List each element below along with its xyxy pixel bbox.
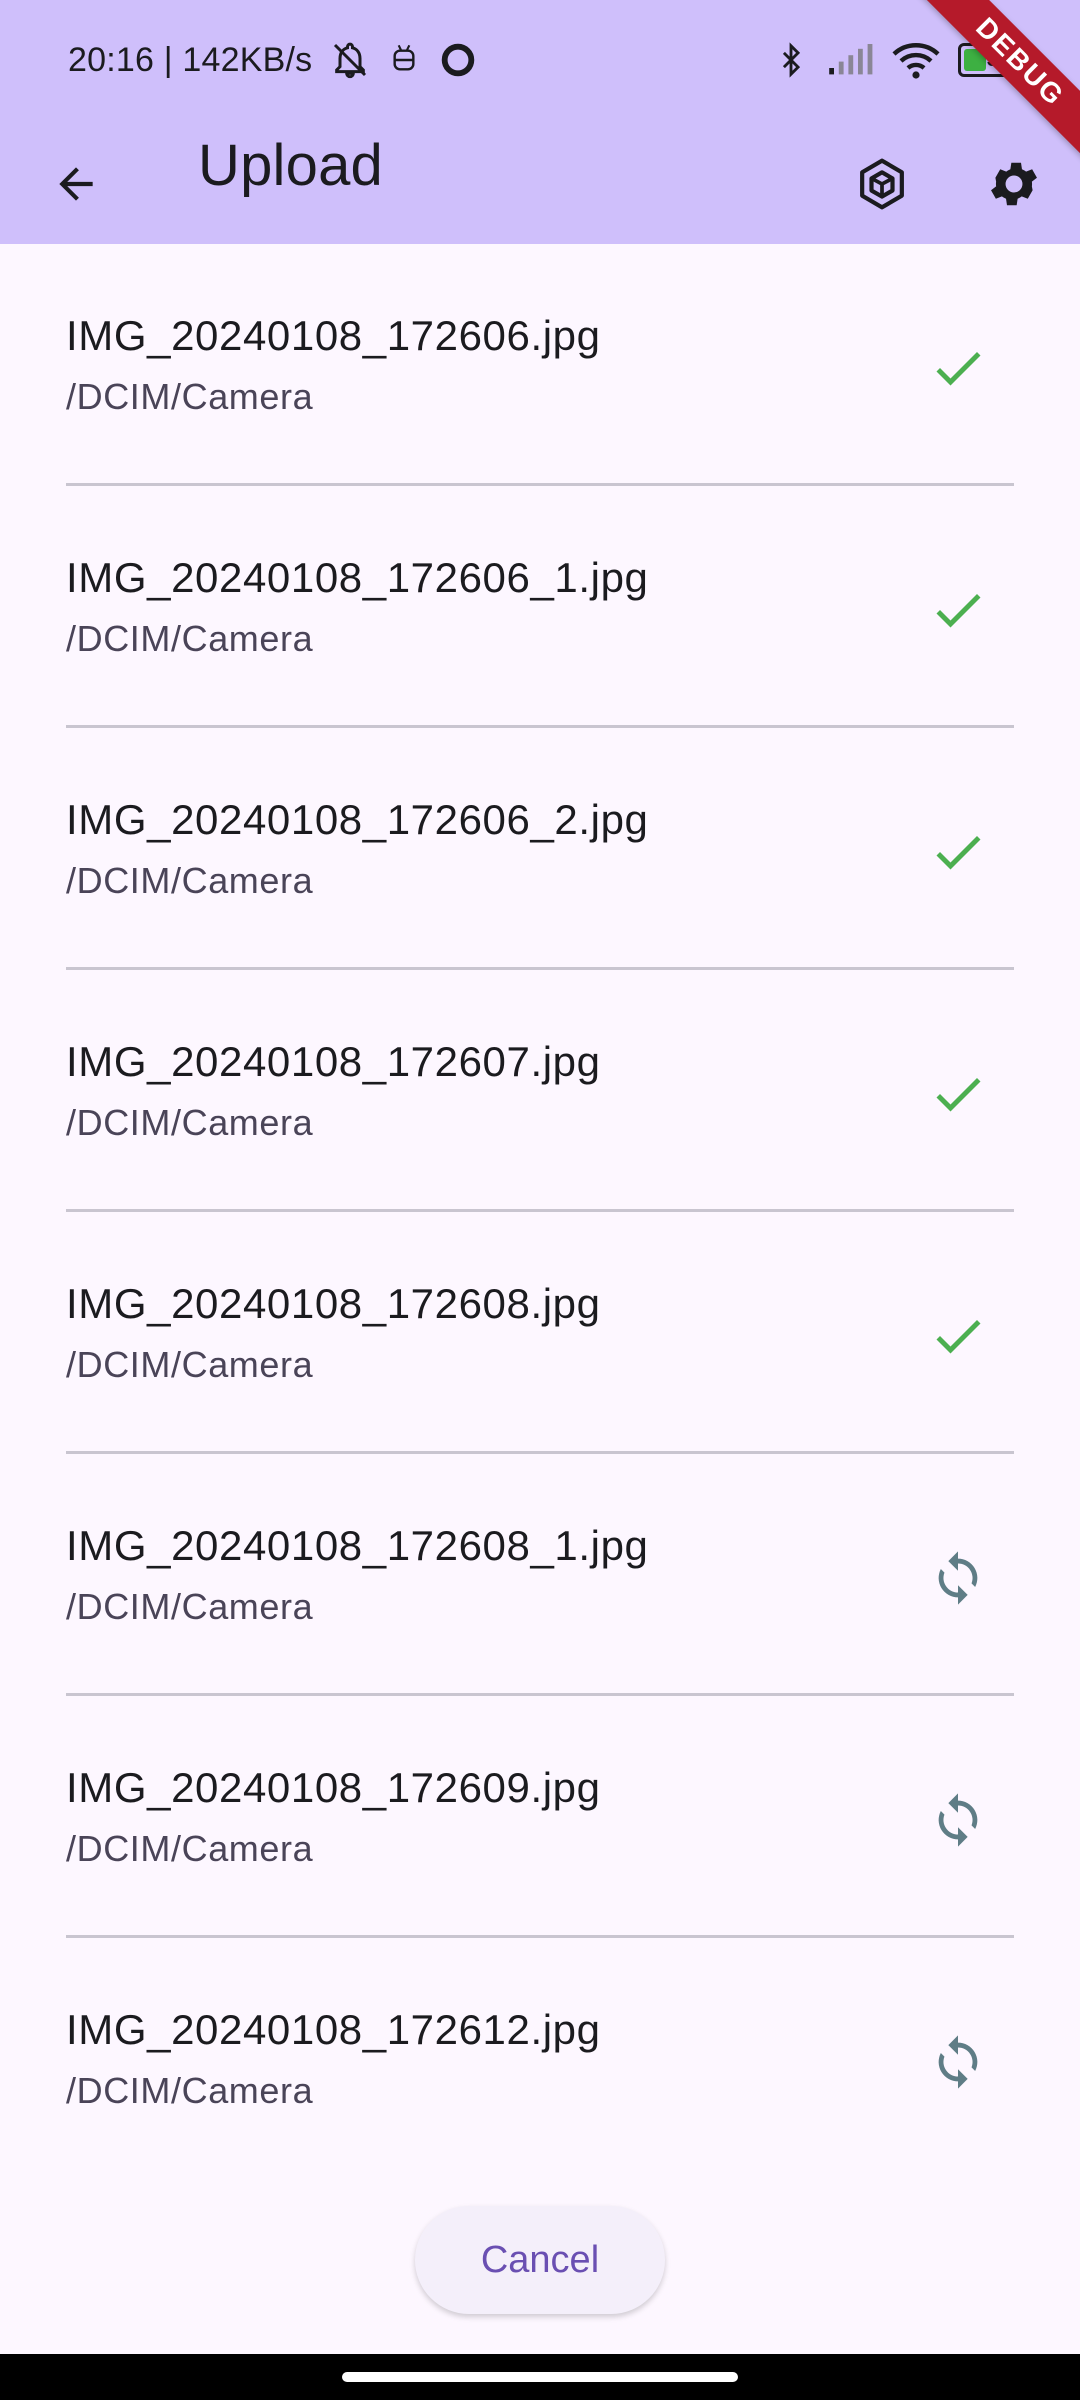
cube-button[interactable]: [846, 148, 918, 220]
check-icon: [926, 578, 990, 642]
file-path: /DCIM/Camera: [66, 860, 314, 901]
file-path: /DCIM/Camera: [66, 618, 314, 659]
file-name: IMG_20240108_172606.jpg: [66, 312, 601, 359]
list-item[interactable]: IMG_20240108_172608.jpg/DCIM/Camera: [0, 1212, 1080, 1454]
status-bar: 20:16 | 142KB/s: [0, 0, 1080, 118]
sync-icon: [926, 2030, 990, 2094]
wifi-icon: [892, 40, 940, 80]
sync-icon: [926, 1546, 990, 1610]
check-icon: [926, 336, 990, 400]
file-path: /DCIM/Camera: [66, 1102, 314, 1143]
check-icon: [926, 820, 990, 884]
file-path: /DCIM/Camera: [66, 1586, 314, 1627]
cancel-button[interactable]: Cancel: [415, 2206, 665, 2314]
file-name: IMG_20240108_172607.jpg: [66, 1038, 601, 1085]
list-item[interactable]: IMG_20240108_172607.jpg/DCIM/Camera: [0, 970, 1080, 1212]
status-left: 20:16 | 142KB/s: [68, 36, 478, 84]
android-debug-icon: [388, 42, 420, 78]
file-name: IMG_20240108_172609.jpg: [66, 1764, 601, 1811]
file-name: IMG_20240108_172606_1.jpg: [66, 554, 649, 601]
sync-icon: [926, 1788, 990, 1852]
list-item[interactable]: IMG_20240108_172606_1.jpg/DCIM/Camera: [0, 486, 1080, 728]
cancel-area: Cancel: [0, 2200, 1080, 2320]
check-icon: [926, 1304, 990, 1368]
list-item[interactable]: IMG_20240108_172609.jpg/DCIM/Camera: [0, 1696, 1080, 1938]
back-button[interactable]: [40, 148, 112, 220]
upload-file-list: IMG_20240108_172606.jpg/DCIM/Camera IMG_2…: [0, 244, 1080, 2174]
bluetooth-icon: [774, 40, 808, 80]
list-item[interactable]: IMG_20240108_172612.jpg/DCIM/Camera: [0, 1938, 1080, 2180]
bell-off-icon: [330, 40, 370, 80]
gesture-navigation-bar: [0, 2354, 1080, 2400]
file-name: IMG_20240108_172608_1.jpg: [66, 1522, 649, 1569]
gear-icon: [985, 155, 1043, 213]
header-area: 20:16 | 142KB/s Upload DEBUG: [0, 0, 1080, 244]
circle-icon: [438, 40, 478, 80]
file-name: IMG_20240108_172612.jpg: [66, 2006, 601, 2053]
file-name: IMG_20240108_172608.jpg: [66, 1280, 601, 1327]
check-icon: [926, 1062, 990, 1126]
cell-signal-icon: [826, 42, 874, 78]
list-item[interactable]: IMG_20240108_172606_2.jpg/DCIM/Camera: [0, 728, 1080, 970]
status-time-speed: 20:16 | 142KB/s: [68, 40, 313, 79]
upload-screen: 20:16 | 142KB/s Upload DEBUG IMG_2024010…: [0, 0, 1080, 2400]
file-path: /DCIM/Camera: [66, 2070, 314, 2111]
home-gesture-handle[interactable]: [342, 2372, 738, 2382]
file-path: /DCIM/Camera: [66, 1828, 314, 1869]
settings-button[interactable]: [978, 148, 1050, 220]
list-item[interactable]: IMG_20240108_172606.jpg/DCIM/Camera: [0, 244, 1080, 486]
arrow-back-icon: [51, 159, 101, 209]
file-path: /DCIM/Camera: [66, 1344, 314, 1385]
list-item[interactable]: IMG_20240108_172608_1.jpg/DCIM/Camera: [0, 1454, 1080, 1696]
file-path: /DCIM/Camera: [66, 376, 314, 417]
file-name: IMG_20240108_172606_2.jpg: [66, 796, 649, 843]
page-title: Upload: [198, 133, 383, 198]
cube-icon: [854, 156, 910, 212]
app-bar: Upload: [0, 118, 1080, 244]
